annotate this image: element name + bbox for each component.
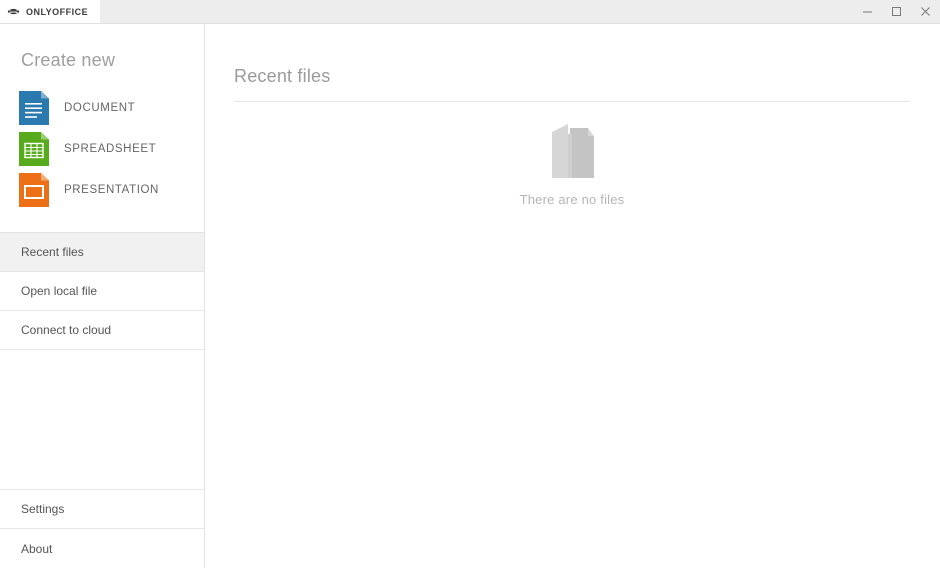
sidebar-item-label: Open local file <box>21 284 98 298</box>
page-title: Recent files <box>234 66 331 86</box>
onlyoffice-logo-icon <box>7 8 20 15</box>
app-tab-label: ONLYOFFICE <box>26 6 89 17</box>
sidebar-nav-list: Recent files Open local file Connect to … <box>0 233 204 350</box>
sidebar-item-connect-to-cloud[interactable]: Connect to cloud <box>0 311 204 350</box>
maximize-icon <box>892 7 901 16</box>
create-document-label: DOCUMENT <box>64 101 136 114</box>
sidebar-item-label: Recent files <box>21 245 84 259</box>
minimize-icon <box>863 11 872 13</box>
minimize-button[interactable] <box>853 0 882 23</box>
sidebar-item-label: Connect to cloud <box>21 323 112 337</box>
create-document-button[interactable]: DOCUMENT <box>0 87 204 128</box>
onlyoffice-desktop-window: ONLYOFFICE Create new DOCUMENT SPREADSHE… <box>0 0 940 568</box>
document-file-icon <box>19 90 49 125</box>
maximize-button[interactable] <box>882 0 911 23</box>
spreadsheet-file-icon <box>19 131 49 166</box>
sidebar-item-settings[interactable]: Settings <box>0 490 204 529</box>
sidebar-item-label: Settings <box>21 502 65 516</box>
create-new-heading: Create new <box>21 50 116 70</box>
titlebar-drag-region <box>100 0 853 23</box>
empty-state: There are no files <box>234 120 910 207</box>
content-header: Recent files <box>234 24 910 102</box>
create-spreadsheet-label: SPREADSHEET <box>64 142 157 155</box>
sidebar-item-recent-files[interactable]: Recent files <box>0 233 204 272</box>
empty-state-message: There are no files <box>519 192 625 207</box>
empty-folder-icon <box>552 124 594 178</box>
presentation-file-icon <box>19 172 49 207</box>
create-presentation-button[interactable]: PRESENTATION <box>0 169 204 210</box>
window-controls <box>853 0 940 23</box>
sidebar-item-open-local-file[interactable]: Open local file <box>0 272 204 311</box>
sidebar-empty-space <box>0 350 204 490</box>
sidebar: Create new DOCUMENT SPREADSHEET PRESENTA… <box>0 24 205 568</box>
title-divider <box>234 101 910 102</box>
close-icon <box>921 7 930 16</box>
title-bar: ONLYOFFICE <box>0 0 940 24</box>
main-layout: Create new DOCUMENT SPREADSHEET PRESENTA… <box>0 24 940 568</box>
content-area: Recent files There are no files <box>205 24 940 568</box>
sidebar-bottom-nav: Settings About <box>0 490 204 568</box>
sidebar-item-label: About <box>21 541 53 556</box>
sidebar-item-about[interactable]: About <box>0 529 204 568</box>
create-presentation-label: PRESENTATION <box>64 183 159 196</box>
close-button[interactable] <box>911 0 940 23</box>
app-tab-onlyoffice[interactable]: ONLYOFFICE <box>0 0 101 23</box>
create-new-section: Create new DOCUMENT SPREADSHEET PRESENTA… <box>0 24 204 233</box>
create-spreadsheet-button[interactable]: SPREADSHEET <box>0 128 204 169</box>
